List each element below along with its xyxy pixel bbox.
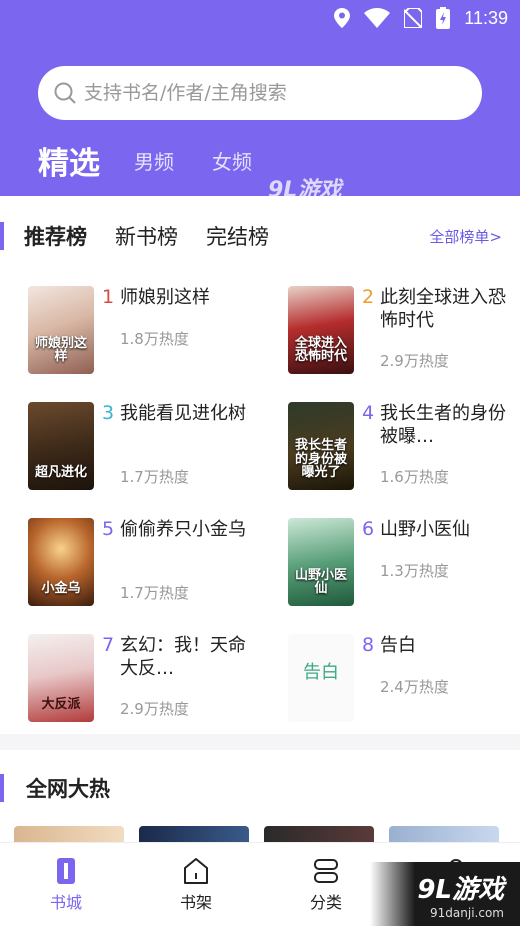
- bookshelf-icon: [184, 858, 208, 884]
- book-title: 我能看见进化树: [120, 403, 246, 424]
- book-cover: 山野小医仙: [288, 518, 354, 606]
- book-cover: 告白: [288, 634, 354, 722]
- hot-section: 全网大热: [0, 750, 520, 842]
- book-title: 告白: [380, 635, 416, 656]
- nav-label: 书城: [49, 893, 82, 912]
- battery-charging-icon: [436, 7, 451, 29]
- book-cover: 我长生者的身份被曝光了: [288, 402, 354, 490]
- book-item[interactable]: 大反派 7 玄幻：我！天命大反… 2.9万热度: [28, 634, 258, 726]
- rank-number: 5: [102, 518, 115, 540]
- search-bar[interactable]: [38, 66, 482, 120]
- book-item[interactable]: 山野小医仙 6 山野小医仙 1.3万热度: [288, 518, 518, 610]
- tab-featured[interactable]: 精选: [38, 138, 100, 189]
- book-item[interactable]: 我长生者的身份被曝光了 4 我长生者的身份被曝… 1.6万热度: [288, 402, 518, 494]
- nav-category[interactable]: 分类: [286, 857, 366, 921]
- ranking-card: 推荐榜 新书榜 完结榜 全部榜单> 师娘别这样 1 师娘别这样 1.8万热度 全…: [0, 196, 520, 734]
- watermark-logo: 9L游戏 91danji.com: [370, 862, 520, 926]
- nav-bookstore[interactable]: 书城: [26, 857, 106, 921]
- rank-number: 3: [102, 402, 115, 424]
- category-icon: [314, 859, 338, 883]
- book-heat: 1.6万热度: [380, 468, 449, 486]
- header: 11:39 精选 男频 女频: [0, 0, 520, 196]
- tab-female[interactable]: 女频: [212, 146, 252, 189]
- nav-bookshelf[interactable]: 书架: [156, 857, 236, 921]
- book-title: 玄幻：我！天命大反…: [120, 635, 246, 679]
- book-cover: 全球进入恐怖时代: [288, 286, 354, 374]
- tab-male[interactable]: 男频: [134, 146, 174, 189]
- rank-number: 1: [102, 286, 115, 308]
- all-rankings-link[interactable]: 全部榜单>: [429, 226, 502, 247]
- hot-book-thumb[interactable]: [389, 826, 499, 842]
- tab-new-books[interactable]: 新书榜: [115, 221, 178, 251]
- hot-section-title: 全网大热: [26, 777, 110, 801]
- watermark-sub: 91danji.com: [430, 905, 504, 920]
- book-item[interactable]: 全球进入恐怖时代 2 此刻全球进入恐怖时代 2.9万热度: [288, 286, 518, 378]
- book-cover: 师娘别这样: [28, 286, 94, 374]
- book-cover: 超凡进化: [28, 402, 94, 490]
- tab-completed[interactable]: 完结榜: [206, 221, 269, 251]
- rank-number: 6: [362, 518, 375, 540]
- hot-book-thumb[interactable]: [14, 826, 124, 842]
- book-title: 山野小医仙: [380, 519, 470, 540]
- wifi-icon: [364, 8, 391, 28]
- ranking-tabs: 推荐榜 新书榜 完结榜 全部榜单>: [0, 218, 520, 254]
- book-heat: 2.4万热度: [380, 678, 449, 696]
- book-heat: 1.3万热度: [380, 562, 449, 580]
- watermark-main: 9L游戏: [417, 874, 504, 905]
- book-item[interactable]: 告白 8 告白 2.4万热度: [288, 634, 518, 726]
- rank-number: 8: [362, 634, 375, 656]
- book-item[interactable]: 超凡进化 3 我能看见进化树 1.7万热度: [28, 402, 258, 494]
- tab-recommended[interactable]: 推荐榜: [24, 221, 87, 251]
- rank-number: 2: [362, 286, 375, 308]
- search-icon: [54, 82, 76, 104]
- hot-section-header: 全网大热: [0, 770, 110, 806]
- book-heat: 1.8万热度: [120, 330, 189, 348]
- section-indicator: [0, 222, 4, 250]
- book-heat: 1.7万热度: [120, 584, 189, 602]
- bookstore-icon: [57, 858, 75, 884]
- book-item[interactable]: 师娘别这样 1 师娘别这样 1.8万热度: [28, 286, 258, 378]
- search-input[interactable]: [84, 82, 444, 104]
- book-title: 我长生者的身份被曝…: [380, 403, 506, 447]
- hot-book-thumb[interactable]: [264, 826, 374, 842]
- book-item[interactable]: 小金乌 5 偷偷养只小金乌 1.7万热度: [28, 518, 258, 610]
- book-heat: 1.7万热度: [120, 468, 189, 486]
- status-time: 11:39: [464, 7, 508, 28]
- book-title: 师娘别这样: [120, 287, 210, 308]
- book-cover: 小金乌: [28, 518, 94, 606]
- book-cover: 大反派: [28, 634, 94, 722]
- top-tabs: 精选 男频 女频: [38, 138, 290, 189]
- book-heat: 2.9万热度: [380, 352, 449, 370]
- no-sim-icon: [404, 8, 423, 28]
- hot-book-thumb[interactable]: [139, 826, 249, 842]
- status-bar: 11:39: [334, 6, 508, 30]
- book-title: 此刻全球进入恐怖时代: [380, 287, 506, 331]
- nav-label: 书架: [179, 893, 212, 912]
- book-title: 偷偷养只小金乌: [120, 519, 246, 540]
- rank-number: 4: [362, 402, 375, 424]
- book-heat: 2.9万热度: [120, 700, 189, 718]
- rank-number: 7: [102, 634, 115, 656]
- section-indicator: [0, 774, 4, 802]
- nav-label: 分类: [309, 893, 342, 912]
- location-icon: [334, 8, 351, 28]
